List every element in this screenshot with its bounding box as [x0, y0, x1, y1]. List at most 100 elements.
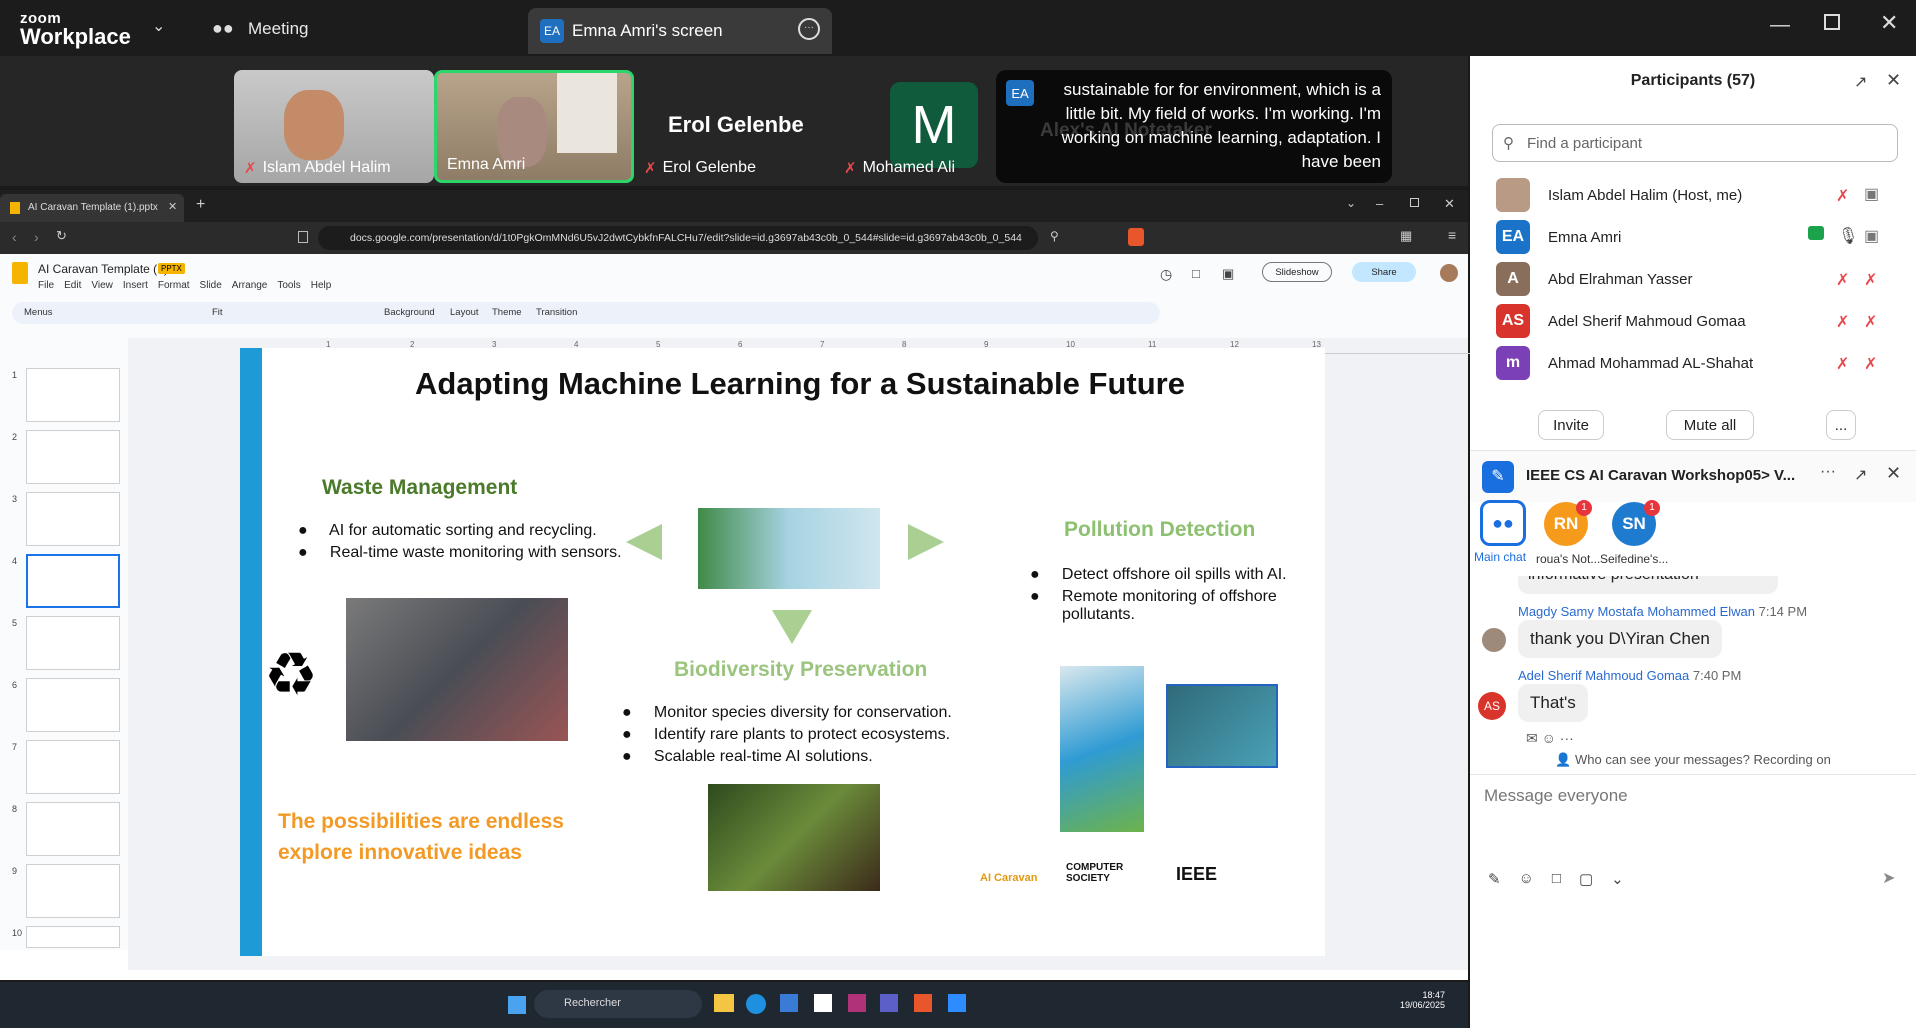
message-input[interactable]: Message everyone — [1484, 786, 1628, 806]
close-icon[interactable]: ✕ — [1886, 463, 1901, 484]
slide-thumb[interactable] — [26, 678, 120, 732]
slideshow-button[interactable]: Slideshow — [1262, 262, 1332, 282]
mute-all-button[interactable]: Mute all — [1666, 410, 1754, 440]
reload-icon[interactable]: ↻ — [56, 228, 67, 244]
format-icon[interactable]: ✎ — [1488, 870, 1501, 888]
zoom-fit[interactable]: Fit — [212, 307, 223, 318]
invite-button[interactable]: Invite — [1538, 410, 1604, 440]
participant-row[interactable]: A Abd Elrahman Yasser ✗ ✗ — [1496, 258, 1896, 302]
current-slide[interactable]: Adapting Machine Learning for a Sustaina… — [240, 348, 1325, 956]
new-tab-icon[interactable]: + — [196, 196, 205, 214]
comment-icon[interactable]: □ — [1192, 266, 1200, 281]
meeting-tab[interactable]: Meeting — [248, 19, 308, 39]
participant-search[interactable]: ⚲ Find a participant — [1492, 124, 1898, 162]
slide-thumb[interactable] — [26, 740, 120, 794]
bookmark-icon[interactable] — [298, 231, 308, 243]
mic-muted-icon[interactable]: ✗ — [1836, 270, 1849, 290]
slide-thumb-selected[interactable] — [26, 554, 120, 608]
participant-row[interactable]: Islam Abdel Halim (Host, me) ✗ ▣ — [1496, 174, 1896, 218]
message-actions[interactable]: ✉ ☺ ··· — [1526, 730, 1574, 747]
menu-item[interactable]: Arrange — [232, 280, 268, 291]
brave-icon[interactable] — [914, 994, 932, 1012]
close-icon[interactable]: ✕ — [1880, 10, 1898, 36]
emoji-icon[interactable]: ☺ — [1519, 870, 1534, 888]
video-icon[interactable]: ▣ — [1864, 226, 1879, 246]
close-tab-icon[interactable]: ✕ — [168, 200, 177, 213]
mic-icon[interactable]: 🎙 — [1838, 226, 1858, 246]
restore-icon[interactable] — [1410, 198, 1419, 207]
mic-muted-icon[interactable]: ✗ — [1836, 354, 1849, 374]
video-tile-mohamed[interactable]: M ✗ Mohamed Ali — [834, 70, 994, 183]
tab-list-icon[interactable]: ⌄ — [1346, 196, 1356, 210]
popout-icon[interactable]: ↗ — [1854, 465, 1867, 485]
more-icon[interactable]: ··· — [1820, 463, 1836, 481]
menu-item[interactable]: View — [91, 280, 113, 291]
transition-button[interactable]: Transition — [536, 307, 577, 318]
zoom-icon[interactable]: ⚲ — [1050, 229, 1059, 243]
app-icon[interactable] — [848, 994, 866, 1012]
video-tile-islam[interactable]: ✗ Islam Abdel Halim — [234, 70, 434, 183]
video-tile-emna[interactable]: Emna Amri — [434, 70, 634, 183]
chevron-down-icon[interactable]: ⌄ — [152, 16, 165, 36]
menu-item[interactable]: Help — [311, 280, 332, 291]
close-icon[interactable]: ✕ — [1886, 70, 1901, 91]
slide-thumb[interactable] — [26, 802, 120, 856]
menu-item[interactable]: Format — [158, 280, 190, 291]
chat-compose-icon[interactable]: ✎ — [1482, 461, 1514, 493]
browser-tab[interactable]: AI Caravan Template (1).pptx - Go ✕ — [0, 194, 184, 222]
minimize-icon[interactable]: — — [1770, 14, 1790, 37]
camera-icon[interactable]: ▣ — [1222, 266, 1234, 282]
teams-icon[interactable] — [880, 994, 898, 1012]
participant-row[interactable]: EA Emna Amri 🎙 ▣ — [1496, 216, 1896, 260]
edge-icon[interactable] — [746, 994, 766, 1014]
menu-item[interactable]: Slide — [200, 280, 222, 291]
zoom-icon[interactable] — [948, 994, 966, 1012]
slide-thumb[interactable] — [26, 430, 120, 484]
theme-button[interactable]: Theme — [492, 307, 522, 318]
avatar[interactable] — [1440, 264, 1458, 282]
screenshot-icon[interactable]: ▢ — [1579, 870, 1593, 888]
slide-thumb[interactable] — [26, 616, 120, 670]
close-icon[interactable]: ✕ — [1444, 196, 1455, 212]
mic-muted-icon[interactable]: ✗ — [1836, 312, 1849, 332]
slide-thumb[interactable] — [26, 926, 120, 948]
menu-icon[interactable]: ≡ — [1448, 227, 1456, 243]
extensions-icon[interactable]: ▦ — [1400, 228, 1412, 244]
share-screen-tab[interactable]: EA Emna Amri's screen ··· — [528, 8, 832, 54]
participant-row[interactable]: m Ahmad Mohammad AL-Shahat ✗ ✗ — [1496, 342, 1896, 386]
channel-roua[interactable]: RN 1 roua's Not... — [1536, 500, 1600, 576]
back-icon[interactable]: ‹ — [12, 229, 17, 245]
video-off-icon[interactable]: ✗ — [1864, 270, 1877, 290]
brave-shield-icon[interactable] — [1128, 228, 1144, 246]
video-off-icon[interactable]: ✗ — [1864, 354, 1877, 374]
history-icon[interactable]: ◷ — [1160, 266, 1172, 283]
forward-icon[interactable]: › — [34, 229, 39, 245]
search-menus[interactable]: Menus — [24, 307, 53, 318]
video-tile-erol[interactable]: Erol Gelenbe ✗ Erol Gelenbe — [634, 70, 834, 183]
chevron-down-icon[interactable]: ⌄ — [1611, 870, 1624, 888]
slide-thumb[interactable] — [26, 368, 120, 422]
mic-muted-icon[interactable]: ✗ — [1836, 186, 1849, 206]
more-button[interactable]: ... — [1826, 410, 1856, 440]
video-icon[interactable]: ▣ — [1864, 184, 1879, 204]
layout-button[interactable]: Layout — [450, 307, 479, 318]
channel-main-chat[interactable]: ●● Main chat — [1474, 500, 1538, 576]
popout-icon[interactable]: ↗ — [1854, 72, 1867, 92]
slide-thumb[interactable] — [26, 492, 120, 546]
taskbar-search[interactable]: Rechercher — [534, 990, 702, 1018]
background-button[interactable]: Background — [384, 307, 435, 318]
windows-start-icon[interactable] — [508, 996, 526, 1014]
menu-item[interactable]: Insert — [123, 280, 148, 291]
chat-notice[interactable]: 👤 Who can see your messages? Recording o… — [1470, 752, 1916, 768]
channel-seifedine[interactable]: SN 1 Seifedine's... — [1600, 500, 1674, 576]
store-icon[interactable] — [780, 994, 798, 1012]
send-icon[interactable]: ➤ — [1882, 868, 1895, 888]
menu-item[interactable]: File — [38, 280, 54, 291]
slide-thumb[interactable] — [26, 864, 120, 918]
menu-item[interactable]: Edit — [64, 280, 81, 291]
share-button[interactable]: Share — [1352, 262, 1416, 282]
file-explorer-icon[interactable] — [714, 994, 734, 1012]
participant-row[interactable]: AS Adel Sherif Mahmoud Gomaa ✗ ✗ — [1496, 300, 1896, 344]
menu-item[interactable]: Tools — [277, 280, 300, 291]
minimize-icon[interactable]: – — [1376, 196, 1383, 211]
